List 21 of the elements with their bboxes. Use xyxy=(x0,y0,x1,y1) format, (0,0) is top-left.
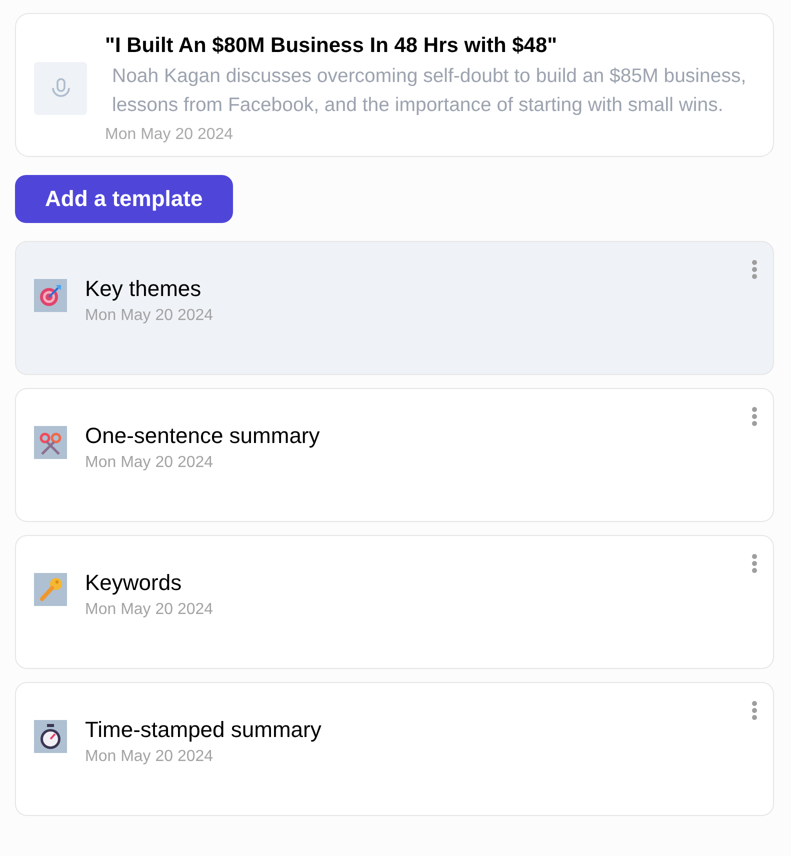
template-date: Mon May 20 2024 xyxy=(85,307,214,325)
more-options-icon[interactable] xyxy=(750,699,759,722)
template-title: Key themes xyxy=(85,276,202,302)
template-date: Mon May 20 2024 xyxy=(85,601,214,619)
template-card[interactable]: One-sentence summary Mon May 20 2024 xyxy=(15,388,774,522)
add-template-button[interactable]: Add a template xyxy=(15,175,233,223)
template-date: Mon May 20 2024 xyxy=(85,748,214,766)
template-title: Time-stamped summary xyxy=(85,717,322,743)
episode-date: Mon May 20 2024 xyxy=(105,126,234,144)
microphone-icon xyxy=(34,62,87,114)
template-card[interactable]: Key themes Mon May 20 2024 xyxy=(15,241,774,375)
more-options-icon[interactable] xyxy=(750,258,759,281)
more-options-icon[interactable] xyxy=(750,552,759,575)
template-date: Mon May 20 2024 xyxy=(85,454,214,472)
template-title: Keywords xyxy=(85,570,183,596)
episode-title: "I Built An $80M Business In 48 Hrs with $48" xyxy=(105,34,558,58)
template-card[interactable]: Time-stamped summary Mon May 20 2024 xyxy=(15,682,774,816)
episode-description: Noah Kagan discusses overcoming self-doubt to build an $85M business, lessons from Facebook, and the importance of starting with small wins. xyxy=(112,64,748,118)
more-options-icon[interactable] xyxy=(750,405,759,428)
template-title: One-sentence summary xyxy=(85,423,320,449)
template-card[interactable]: Keywords Mon May 20 2024 xyxy=(15,535,774,669)
